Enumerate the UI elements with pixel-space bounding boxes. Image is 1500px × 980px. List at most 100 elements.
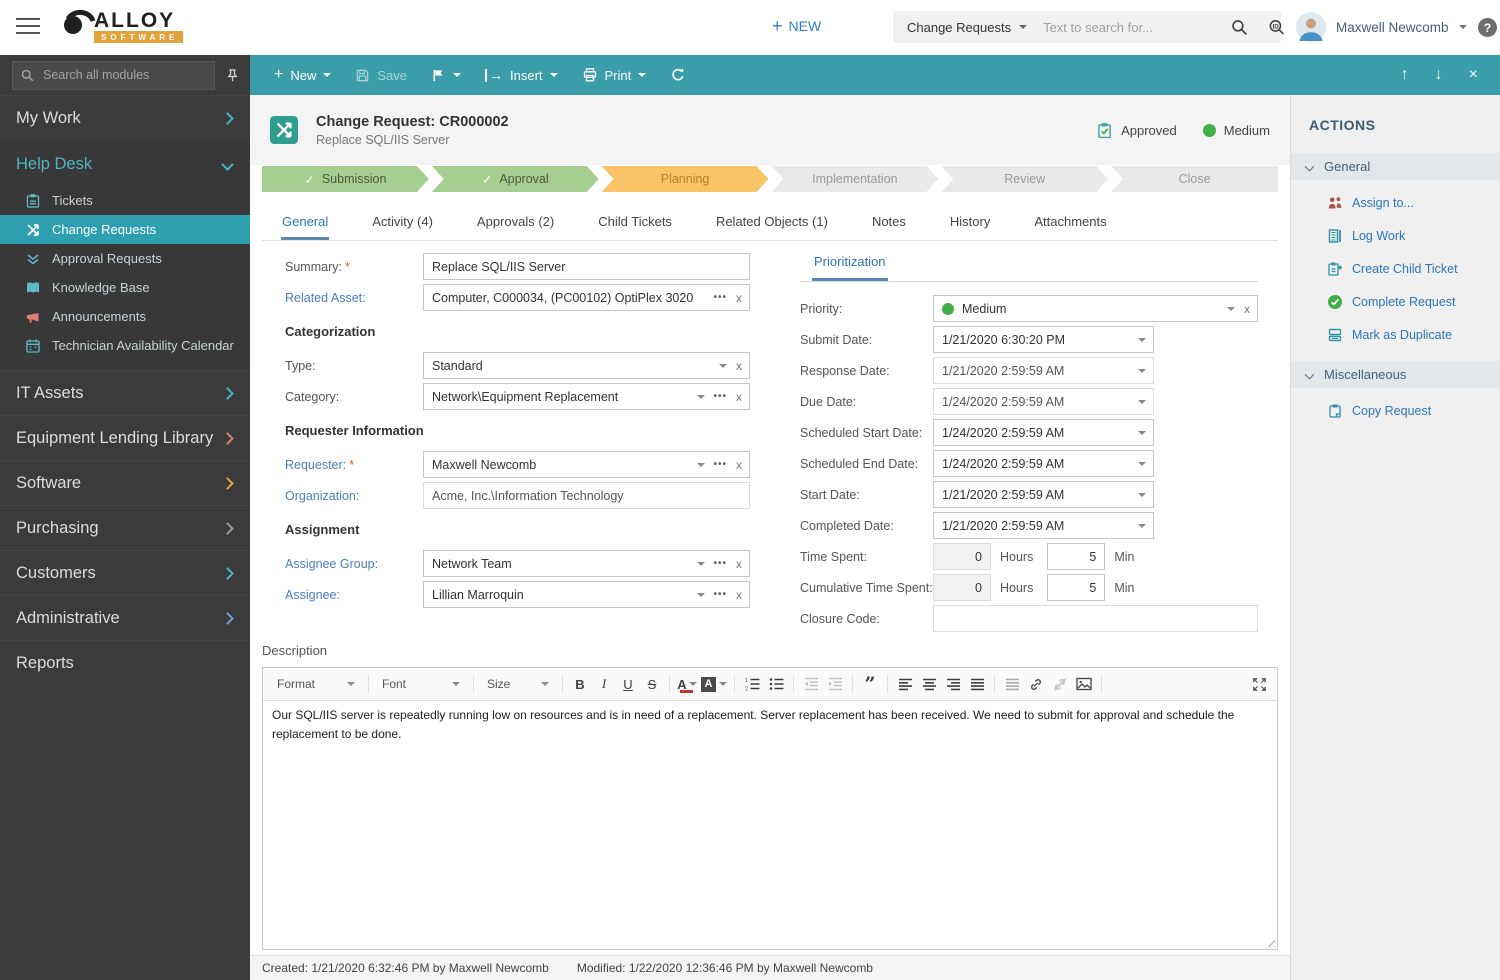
clear-button[interactable]: x xyxy=(736,391,742,403)
print-button[interactable]: Print xyxy=(582,67,647,83)
dropdown-button[interactable] xyxy=(697,562,705,566)
assignee-group-label[interactable]: Assignee Group: xyxy=(285,557,423,571)
scheduled-start-date-field[interactable]: 1/24/2020 2:59:59 AM xyxy=(933,419,1154,446)
size-dropdown[interactable]: Size xyxy=(479,677,557,691)
sidebar-item-change-requests[interactable]: Change Requests xyxy=(0,215,250,244)
search-by-id-button[interactable]: ID xyxy=(1258,19,1296,36)
line-spacing-button[interactable] xyxy=(1000,672,1024,696)
tab-activity[interactable]: Activity (4) xyxy=(371,203,434,240)
insert-image-button[interactable] xyxy=(1072,672,1096,696)
dropdown-button[interactable] xyxy=(1138,369,1146,373)
hamburger-menu-icon[interactable] xyxy=(16,18,40,34)
tab-attachments[interactable]: Attachments xyxy=(1033,203,1107,240)
clear-button[interactable]: x xyxy=(736,589,742,601)
lookup-button[interactable]: ••• xyxy=(713,392,727,402)
stage-approval[interactable]: ✓Approval xyxy=(432,166,599,192)
sidebar-item-approval-requests[interactable]: Approval Requests xyxy=(0,244,250,273)
search-input[interactable] xyxy=(1041,19,1221,36)
lookup-button[interactable]: ••• xyxy=(713,293,727,303)
requester-label[interactable]: Requester: xyxy=(285,458,346,472)
actions-group-general[interactable]: General xyxy=(1291,153,1500,180)
sidebar-item-it-assets[interactable]: IT Assets xyxy=(0,370,250,415)
description-textarea[interactable]: Our SQL/IIS server is repeatedly running… xyxy=(263,701,1277,949)
related-asset-field[interactable]: Computer, C000034, (PC00102) OptiPlex 30… xyxy=(423,284,750,311)
bold-button[interactable]: B xyxy=(568,672,592,696)
submit-date-field[interactable]: 1/21/2020 6:30:20 PM xyxy=(933,326,1154,353)
time-spent-min-field[interactable]: 5 xyxy=(1047,543,1105,570)
due-date-field[interactable]: 1/24/2020 2:59:59 AM xyxy=(933,388,1154,415)
tab-child-tickets[interactable]: Child Tickets xyxy=(597,203,673,240)
clear-button[interactable]: x xyxy=(736,459,742,471)
clear-button[interactable]: x xyxy=(736,292,742,304)
format-dropdown[interactable]: Format xyxy=(269,677,363,691)
insert-button[interactable]: → Insert xyxy=(485,68,558,83)
sidebar-item-knowledge-base[interactable]: Knowledge Base xyxy=(0,273,250,302)
action-create-child-ticket[interactable]: Create Child Ticket xyxy=(1291,252,1500,285)
stage-close[interactable]: Close xyxy=(1111,166,1278,192)
clear-button[interactable]: x xyxy=(1244,303,1250,315)
align-right-button[interactable] xyxy=(941,672,965,696)
maximize-editor-button[interactable] xyxy=(1247,672,1271,696)
bullet-list-button[interactable] xyxy=(764,672,788,696)
search-scope-dropdown[interactable]: Change Requests xyxy=(893,20,1041,35)
sidebar-item-help-desk[interactable]: Help Desk xyxy=(0,142,250,186)
sidebar-search-box[interactable] xyxy=(12,61,215,90)
response-date-field[interactable]: 1/21/2020 2:59:59 AM xyxy=(933,357,1154,384)
justify-button[interactable] xyxy=(965,672,989,696)
action-log-work[interactable]: Log Work xyxy=(1291,219,1500,252)
stage-implementation[interactable]: Implementation xyxy=(771,166,938,192)
align-left-button[interactable] xyxy=(893,672,917,696)
stage-review[interactable]: Review xyxy=(941,166,1108,192)
related-asset-label[interactable]: Related Asset: xyxy=(285,291,423,305)
dropdown-button[interactable] xyxy=(1138,400,1146,404)
start-date-field[interactable]: 1/21/2020 2:59:59 AM xyxy=(933,481,1154,508)
lookup-button[interactable]: ••• xyxy=(713,559,727,569)
blockquote-button[interactable]: ” xyxy=(858,672,882,696)
tab-approvals[interactable]: Approvals (2) xyxy=(476,203,555,240)
sidebar-search-input[interactable] xyxy=(41,67,206,83)
sidebar-item-tickets[interactable]: Tickets xyxy=(0,186,250,215)
flag-button[interactable] xyxy=(431,68,461,83)
prioritization-tab[interactable]: Prioritization xyxy=(800,243,1258,282)
summary-field[interactable]: Replace SQL/IIS Server xyxy=(423,253,750,280)
sidebar-item-customers[interactable]: Customers xyxy=(0,550,250,595)
assignee-group-field[interactable]: Network Team ••• x xyxy=(423,550,750,577)
dropdown-button[interactable] xyxy=(697,395,705,399)
action-mark-as-duplicate[interactable]: Mark as Duplicate xyxy=(1291,318,1500,351)
refresh-button[interactable] xyxy=(670,67,686,83)
font-dropdown[interactable]: Font xyxy=(374,677,468,691)
tab-general[interactable]: General xyxy=(281,203,329,240)
cumulative-min-field[interactable]: 5 xyxy=(1047,574,1105,601)
dropdown-button[interactable] xyxy=(1138,431,1146,435)
completed-date-field[interactable]: 1/21/2020 2:59:59 AM xyxy=(933,512,1154,539)
underline-button[interactable]: U xyxy=(616,672,640,696)
clear-button[interactable]: x xyxy=(736,360,742,372)
action-assign-to[interactable]: Assign to... xyxy=(1291,186,1500,219)
sidebar-item-software[interactable]: Software xyxy=(0,460,250,505)
sidebar-item-administrative[interactable]: Administrative xyxy=(0,595,250,640)
new-button[interactable]: + New xyxy=(274,66,331,84)
dropdown-button[interactable] xyxy=(697,593,705,597)
assignee-label[interactable]: Assignee: xyxy=(285,588,423,602)
strikethrough-button[interactable]: S xyxy=(640,672,664,696)
sidebar-item-technician-availability-calendar[interactable]: Technician Availability Calendar xyxy=(0,331,250,360)
help-button[interactable]: ? xyxy=(1478,18,1497,37)
sidebar-item-equipment-lending-library[interactable]: Equipment Lending Library xyxy=(0,415,250,460)
stage-submission[interactable]: ✓Submission xyxy=(262,166,429,192)
assignee-field[interactable]: Lillian Marroquin ••• x xyxy=(423,581,750,608)
tab-notes[interactable]: Notes xyxy=(871,203,907,240)
tab-related-objects[interactable]: Related Objects (1) xyxy=(715,203,829,240)
background-color-button[interactable]: A xyxy=(699,672,729,696)
tab-history[interactable]: History xyxy=(949,203,991,240)
requester-field[interactable]: Maxwell Newcomb ••• x xyxy=(423,451,750,478)
sidebar-item-announcements[interactable]: Announcements xyxy=(0,302,250,331)
dropdown-button[interactable] xyxy=(1138,462,1146,466)
align-center-button[interactable] xyxy=(917,672,941,696)
dropdown-button[interactable] xyxy=(697,463,705,467)
dropdown-button[interactable] xyxy=(1227,307,1235,311)
previous-record-button[interactable]: ↑ xyxy=(1401,66,1409,84)
sidebar-item-purchasing[interactable]: Purchasing xyxy=(0,505,250,550)
lookup-button[interactable]: ••• xyxy=(713,460,727,470)
next-record-button[interactable]: ↓ xyxy=(1435,66,1443,84)
stage-planning[interactable]: Planning xyxy=(602,166,769,192)
